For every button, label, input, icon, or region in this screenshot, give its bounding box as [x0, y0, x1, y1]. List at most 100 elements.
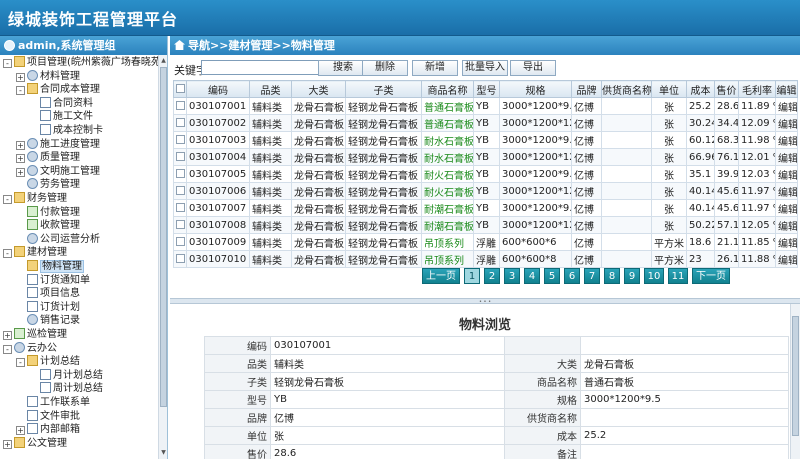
nav-item[interactable]: 公司运营分析 [16, 232, 100, 246]
nav-item[interactable]: 项目信息 [16, 287, 80, 300]
col-margin[interactable]: 毛利率 [738, 80, 776, 98]
page-button[interactable]: 10 [644, 268, 664, 284]
table-row[interactable]: 030107010 辅料类 龙骨石膏板 轻钢龙骨石膏板 吊顶系列 浮雕 600*600*8 亿… [173, 250, 798, 268]
nav-item[interactable]: 文件审批 [16, 409, 80, 423]
edit-link[interactable]: 编辑 [775, 114, 798, 132]
edit-link[interactable]: 编辑 [775, 199, 798, 217]
col-model[interactable]: 型号 [473, 80, 500, 98]
nav-item[interactable]: 订货计划 [16, 300, 80, 314]
edit-link[interactable]: 编辑 [775, 233, 798, 251]
page-button[interactable]: 2 [484, 268, 500, 284]
col-cost[interactable]: 成本 [686, 80, 715, 98]
select-all-checkbox[interactable] [173, 80, 187, 98]
expand-icon[interactable]: + [16, 72, 25, 82]
import-button[interactable]: 批量导入 [462, 60, 508, 76]
nav-item[interactable]: 周计划总结 [29, 382, 103, 395]
delete-button[interactable]: 删除 [362, 60, 408, 76]
nav-item[interactable]: + 公文管理 [3, 436, 67, 450]
page-button[interactable]: 7 [584, 268, 600, 284]
col-major-class[interactable]: 大类 [291, 80, 346, 98]
row-checkbox[interactable] [173, 199, 187, 217]
row-checkbox[interactable] [173, 216, 187, 234]
prev-page-button[interactable]: 上一页 [422, 268, 460, 284]
expand-icon[interactable]: + [3, 331, 12, 340]
nav-item[interactable]: + 材料管理 [16, 69, 80, 83]
sidebar-scrollbar[interactable]: ▲ ▼ [158, 55, 167, 459]
edit-link[interactable]: 编辑 [775, 182, 798, 200]
nav-item[interactable]: 施工文件 [29, 110, 93, 123]
nav-item[interactable]: - 项目管理(皖州紫薇广场春晓苑... [3, 56, 158, 69]
scroll-down-icon[interactable]: ▼ [160, 448, 167, 457]
page-button[interactable]: 5 [544, 268, 560, 284]
table-row[interactable]: 030107009 辅料类 龙骨石膏板 轻钢龙骨石膏板 吊顶系列 浮雕 600*600*6 亿… [173, 233, 798, 251]
row-checkbox[interactable] [173, 148, 187, 166]
expand-icon[interactable]: + [3, 439, 12, 449]
table-row[interactable]: 030107008 辅料类 龙骨石膏板 轻钢龙骨石膏板 耐潮石膏板 YB 3000*1200… [173, 216, 798, 234]
row-checkbox[interactable] [173, 165, 187, 183]
collapse-icon[interactable]: - [16, 86, 25, 96]
row-checkbox[interactable] [173, 114, 187, 132]
row-checkbox[interactable] [173, 131, 187, 149]
nav-item[interactable]: - 云办公 [3, 341, 57, 355]
collapse-icon[interactable]: - [3, 59, 12, 68]
add-button[interactable]: 新增 [412, 60, 458, 76]
page-button[interactable]: 4 [524, 268, 540, 284]
detail-scroll-thumb[interactable] [792, 316, 799, 436]
page-button[interactable]: 3 [504, 268, 520, 284]
table-row[interactable]: 030107004 辅料类 龙骨石膏板 轻钢龙骨石膏板 耐水石膏板 YB 3000*1200… [173, 148, 798, 166]
edit-link[interactable]: 编辑 [775, 97, 798, 115]
row-checkbox[interactable] [173, 250, 187, 268]
row-checkbox[interactable] [173, 182, 187, 200]
nav-item[interactable]: 物料管理 [16, 260, 84, 273]
col-product-name[interactable]: 商品名称 [421, 80, 474, 98]
page-button[interactable]: 9 [624, 268, 640, 284]
col-price[interactable]: 售价 [714, 80, 739, 98]
nav-item[interactable]: + 施工进度管理 [16, 137, 100, 151]
page-button[interactable]: 6 [564, 268, 580, 284]
nav-item[interactable]: 销售记录 [16, 314, 80, 327]
nav-item[interactable]: + 质量管理 [16, 151, 80, 164]
col-brand[interactable]: 品牌 [571, 80, 602, 98]
nav-item[interactable]: + 内部邮箱 [16, 423, 80, 436]
col-subclass[interactable]: 子类 [345, 80, 422, 98]
detail-scrollbar[interactable] [790, 304, 800, 459]
nav-item[interactable]: 收款管理 [16, 219, 80, 232]
col-unit[interactable]: 单位 [651, 80, 687, 98]
nav-item[interactable]: 付款管理 [16, 205, 80, 219]
export-button[interactable]: 导出 [510, 60, 556, 76]
table-row[interactable]: 030107001 辅料类 龙骨石膏板 轻钢龙骨石膏板 普通石膏板 YB 3000*1200… [173, 97, 798, 115]
expand-icon[interactable]: + [16, 154, 25, 164]
nav-item[interactable]: 成本控制卡 [29, 124, 103, 137]
page-button[interactable]: 8 [604, 268, 620, 284]
edit-link[interactable]: 编辑 [775, 165, 798, 183]
nav-item[interactable]: 合同资料 [29, 96, 93, 110]
table-row[interactable]: 030107007 辅料类 龙骨石膏板 轻钢龙骨石膏板 耐潮石膏板 YB 3000*1200… [173, 199, 798, 217]
row-checkbox[interactable] [173, 233, 187, 251]
next-page-button[interactable]: 下一页 [692, 268, 730, 284]
nav-item[interactable]: 月计划总结 [29, 368, 103, 382]
search-button[interactable]: 搜索 [318, 60, 368, 76]
nav-item[interactable]: - 计划总结 [16, 355, 80, 368]
col-code[interactable]: 编码 [186, 80, 250, 98]
table-row[interactable]: 030107006 辅料类 龙骨石膏板 轻钢龙骨石膏板 耐火石膏板 YB 3000*1200… [173, 182, 798, 200]
collapse-icon[interactable]: - [3, 249, 12, 259]
table-row[interactable]: 030107005 辅料类 龙骨石膏板 轻钢龙骨石膏板 耐火石膏板 YB 3000*1200… [173, 165, 798, 183]
col-spec[interactable]: 规格 [499, 80, 572, 98]
expand-icon[interactable]: + [16, 426, 25, 436]
collapse-icon[interactable]: - [3, 344, 12, 354]
edit-link[interactable]: 编辑 [775, 131, 798, 149]
expand-icon[interactable]: + [16, 140, 25, 150]
edit-link[interactable]: 编辑 [775, 216, 798, 234]
edit-link[interactable]: 编辑 [775, 148, 798, 166]
nav-item[interactable]: + 巡检管理 [3, 328, 67, 341]
row-checkbox[interactable] [173, 97, 187, 115]
scroll-thumb[interactable] [160, 67, 167, 407]
nav-item[interactable]: 劳务管理 [16, 178, 80, 191]
table-row[interactable]: 030107003 辅料类 龙骨石膏板 轻钢龙骨石膏板 耐水石膏板 YB 3000*1200… [173, 131, 798, 149]
table-row[interactable]: 030107002 辅料类 龙骨石膏板 轻钢龙骨石膏板 普通石膏板 YB 3000*1200… [173, 114, 798, 132]
expand-icon[interactable]: + [16, 167, 25, 177]
col-category[interactable]: 品类 [249, 80, 292, 98]
nav-item[interactable]: - 合同成本管理 [16, 83, 100, 96]
collapse-icon[interactable]: - [3, 195, 12, 204]
nav-item[interactable]: + 文明施工管理 [16, 164, 100, 178]
